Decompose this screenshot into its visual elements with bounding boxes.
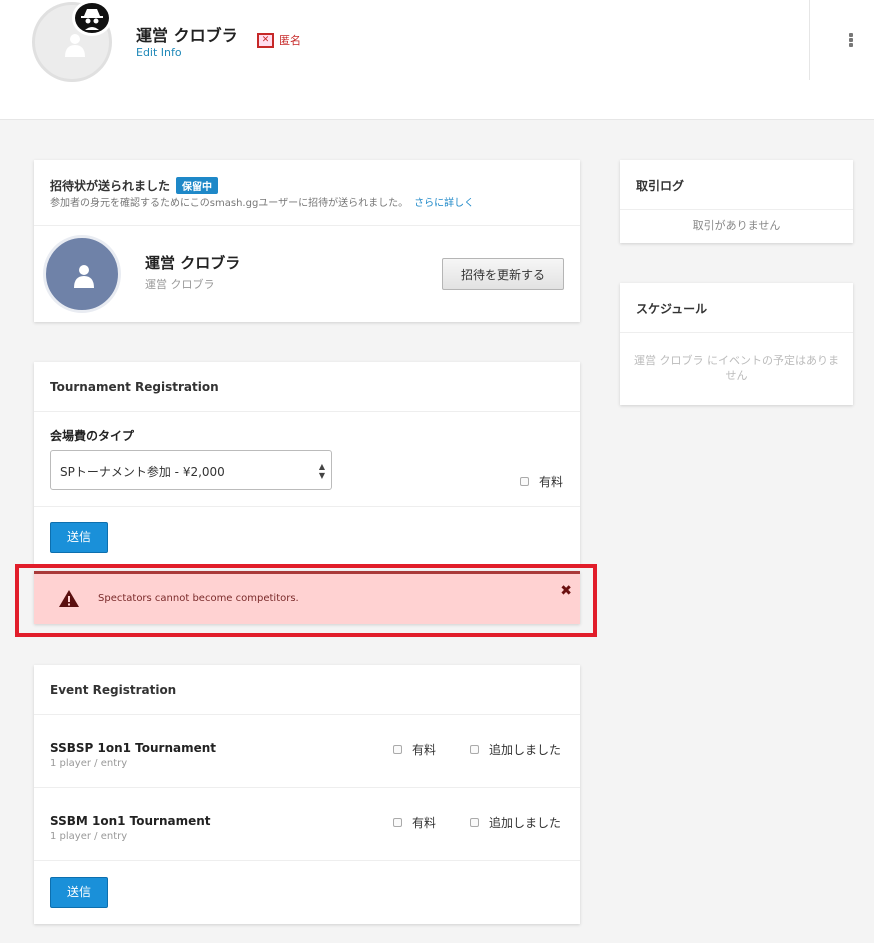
select-arrows-icon: ▲ ▼ <box>318 462 325 480</box>
divider <box>34 860 580 861</box>
transaction-log-card: 取引ログ 取引がありません <box>620 160 853 243</box>
event-added-label: 追加しました <box>489 816 562 830</box>
anonymous-badge: ✕ 匿名 <box>257 32 301 48</box>
schedule-empty: 運営 クロブラ にイベントの予定はありません <box>634 354 839 382</box>
schedule-title: スケジュール <box>636 302 708 316</box>
player-name: 運営 クロブラ <box>145 254 241 272</box>
player-subname: 運営 クロブラ <box>145 278 215 291</box>
divider <box>620 209 853 210</box>
spy-badge-icon <box>72 0 112 36</box>
paid-checkbox[interactable] <box>520 477 529 486</box>
event-paid-label: 有料 <box>412 743 437 757</box>
invite-description: 参加者の身元を確認するためにこのsmash.ggユーザーに招待が送られました。さ… <box>50 194 474 209</box>
edit-info-link[interactable]: Edit Info <box>136 46 182 59</box>
paid-checkbox-row: 有料 <box>520 473 563 490</box>
event-registration-title: Event Registration <box>50 683 177 697</box>
divider <box>34 225 580 226</box>
person-icon <box>73 264 95 292</box>
transaction-log-empty: 取引がありません <box>692 219 781 232</box>
event-added-row: 追加しました <box>470 814 561 831</box>
event-paid-checkbox[interactable] <box>393 818 402 827</box>
invite-description-text: 参加者の身元を確認するためにこのsmash.ggユーザーに招待が送られました。 <box>50 198 409 209</box>
fee-type-label: 会場費のタイプ <box>50 429 135 443</box>
event-paid-checkbox[interactable] <box>393 745 402 754</box>
invite-title: 招待状が送られました <box>50 179 171 193</box>
invite-title-row: 招待状が送られました 保留中 <box>50 177 219 194</box>
learn-more-link[interactable]: さらに詳しく <box>414 198 474 209</box>
person-icon <box>64 33 86 61</box>
event-added-row: 追加しました <box>470 741 561 758</box>
paid-label: 有料 <box>539 475 564 489</box>
fee-type-value: SPトーナメント参加 - ¥2,000 <box>60 465 225 479</box>
event-name: SSBM 1on1 Tournament <box>50 814 211 828</box>
anonymous-label: 匿名 <box>279 34 301 47</box>
tournament-registration-card: Tournament Registration 会場費のタイプ SPトーナメント… <box>34 362 580 564</box>
invite-card: 招待状が送られました 保留中 参加者の身元を確認するためにこのsmash.ggユ… <box>34 160 580 322</box>
header-divider <box>809 0 810 80</box>
divider <box>34 506 580 507</box>
update-invite-button[interactable]: 招待を更新する <box>442 258 564 290</box>
transaction-log-title: 取引ログ <box>636 179 685 193</box>
event-added-label: 追加しました <box>489 743 562 757</box>
divider <box>620 332 853 333</box>
event-meta: 1 player / entry <box>50 831 128 842</box>
event-meta: 1 player / entry <box>50 758 128 769</box>
event-added-checkbox[interactable] <box>470 818 479 827</box>
event-registration-card: Event Registration SSBSP 1on1 Tournament… <box>34 665 580 924</box>
event-added-checkbox[interactable] <box>470 745 479 754</box>
event-paid-row: 有料 <box>393 741 436 758</box>
event-paid-label: 有料 <box>412 816 437 830</box>
event-paid-row: 有料 <box>393 814 436 831</box>
profile-header: 運営 クロブラ Edit Info ✕ 匿名 <box>0 0 874 120</box>
divider <box>34 714 580 715</box>
anonymous-icon: ✕ <box>257 32 274 48</box>
profile-name: 運営 クロブラ <box>136 26 238 45</box>
schedule-card: スケジュール 運営 クロブラ にイベントの予定はありません <box>620 283 853 405</box>
divider <box>34 787 580 788</box>
tournament-submit-button[interactable]: 送信 <box>50 522 108 553</box>
more-options-icon[interactable] <box>846 33 856 49</box>
event-submit-button[interactable]: 送信 <box>50 877 108 908</box>
status-badge: 保留中 <box>176 177 219 194</box>
highlight-box <box>15 564 597 637</box>
tournament-registration-title: Tournament Registration <box>50 380 219 394</box>
divider <box>34 411 580 412</box>
fee-type-select[interactable]: SPトーナメント参加 - ¥2,000 ▲ ▼ <box>50 450 332 490</box>
player-avatar <box>43 235 121 313</box>
event-name: SSBSP 1on1 Tournament <box>50 741 217 755</box>
